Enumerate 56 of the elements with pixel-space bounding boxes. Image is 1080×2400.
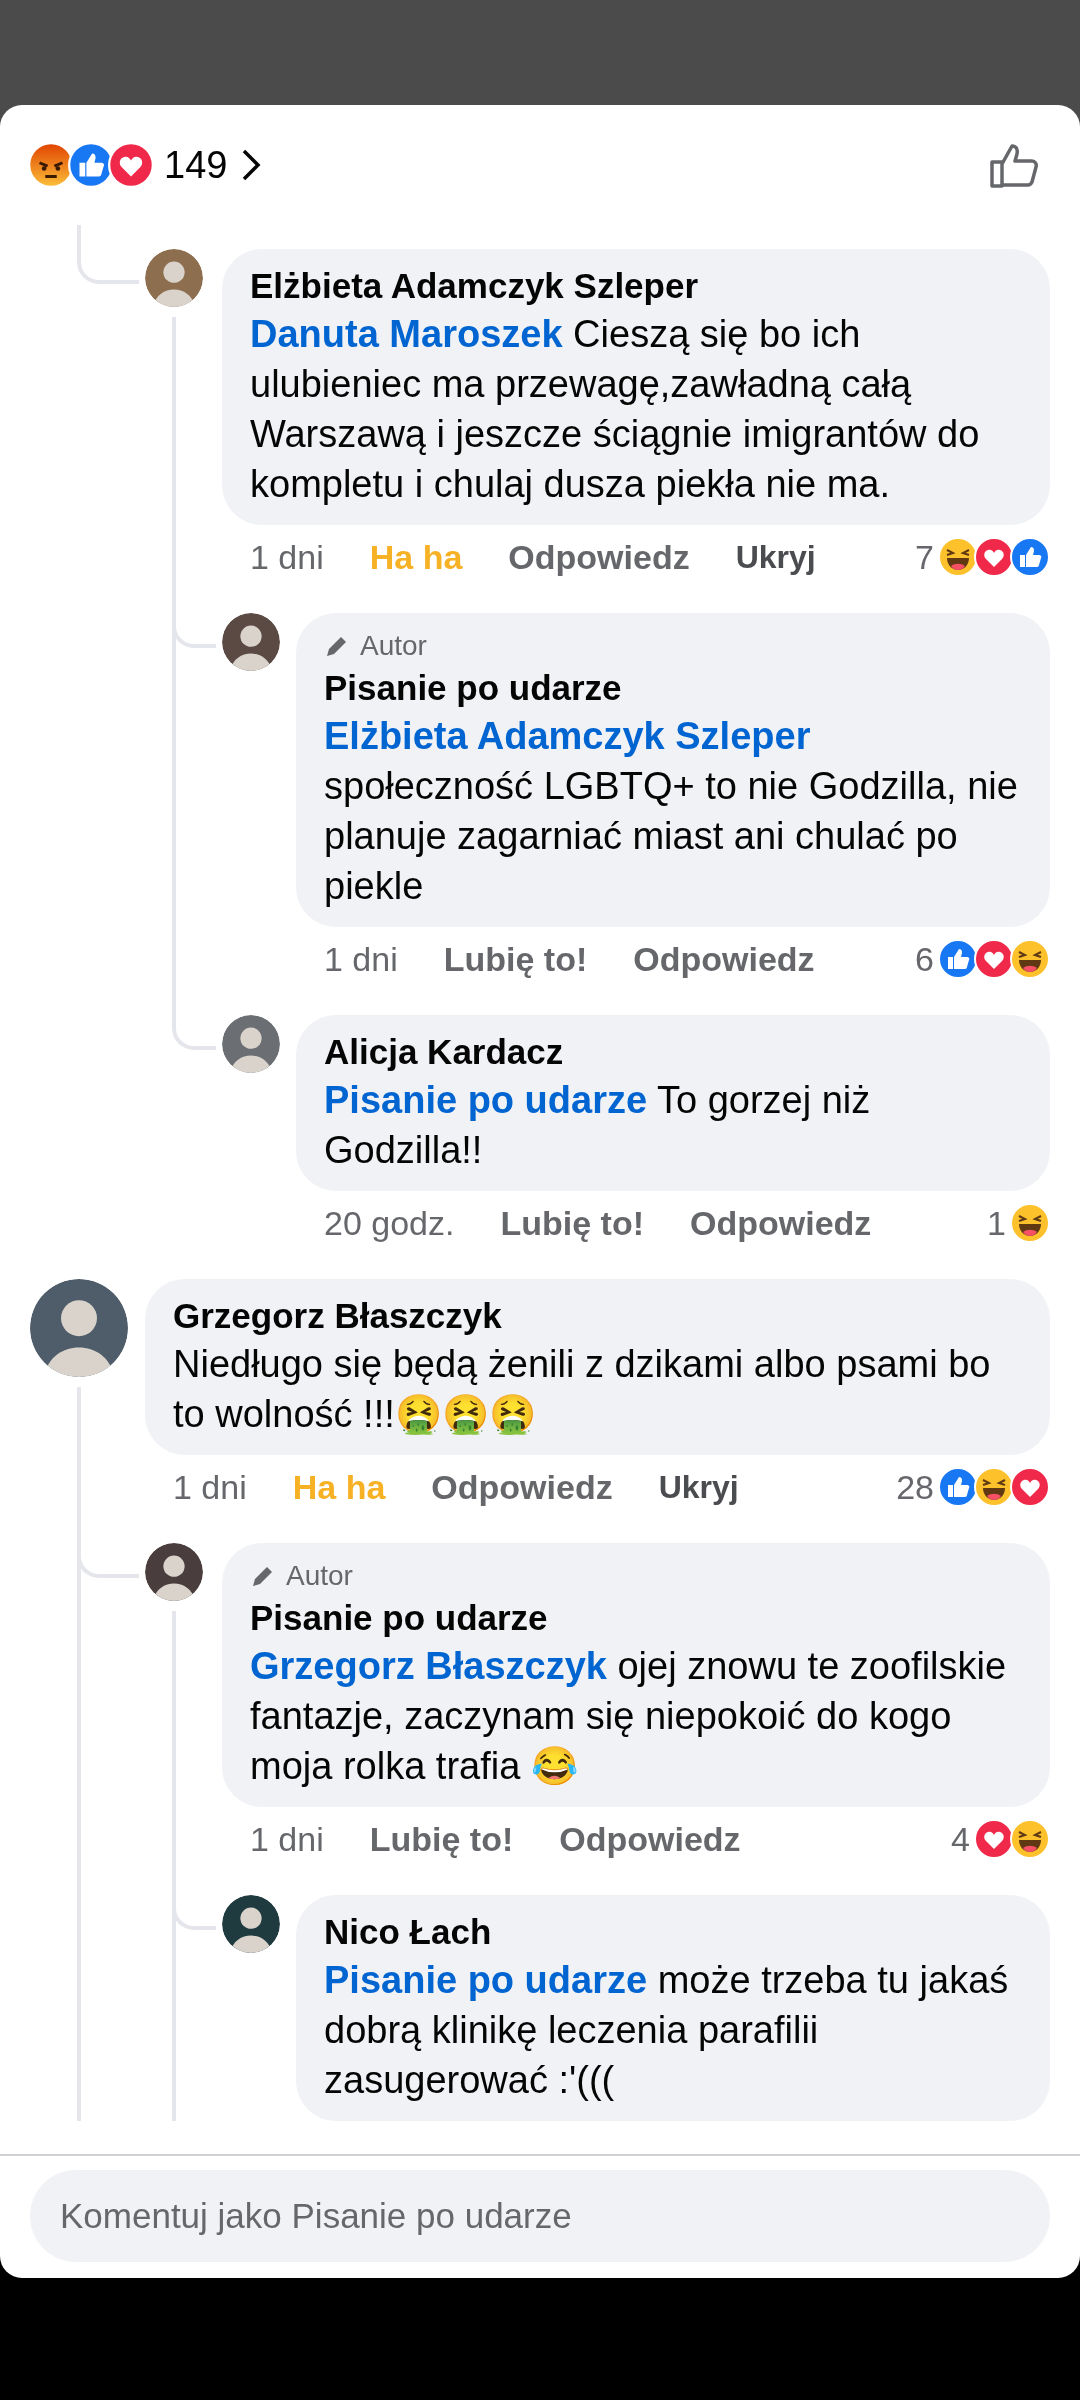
heart-reaction-icon bbox=[108, 142, 154, 188]
mention-link[interactable]: Pisanie po udarze bbox=[324, 1959, 648, 2001]
author-name[interactable]: Elżbieta Adamczyk Szleper bbox=[250, 263, 1022, 309]
reaction-count[interactable]: 28 bbox=[896, 1461, 934, 1513]
comment-text: Danuta Maroszek Cieszą się bo ich ulubieniec ma przewagę,zawładną całą Warszawą i jeszcze ściągnie imigrantów do kompletu i chulaj dusza piekła nie ma. bbox=[250, 312, 981, 507]
laughing-reaction-icon bbox=[1010, 939, 1050, 979]
reaction-count[interactable]: 6 bbox=[915, 933, 934, 985]
author-name[interactable]: Pisanie po udarze bbox=[324, 665, 1022, 711]
laughing-reaction-icon bbox=[974, 1467, 1014, 1507]
timestamp: 1 dni bbox=[324, 938, 398, 980]
comment-input[interactable]: Komentuj jako Pisanie po udarze bbox=[30, 2170, 1050, 2262]
hide-button[interactable]: Ukryj bbox=[735, 533, 816, 581]
reaction-count[interactable]: 149 bbox=[164, 136, 228, 194]
author-name[interactable]: Alicja Kardacz bbox=[324, 1029, 1022, 1075]
like-reaction-icon bbox=[1010, 537, 1050, 577]
author-name[interactable]: Grzegorz Błaszczyk bbox=[173, 1293, 1022, 1339]
timestamp: 1 dni bbox=[173, 1466, 247, 1508]
chevron-right-icon[interactable] bbox=[241, 148, 262, 182]
reaction-count[interactable]: 4 bbox=[951, 1813, 970, 1865]
reply-button[interactable]: Odpowiedz bbox=[431, 1461, 613, 1513]
reaction-count[interactable]: 7 bbox=[915, 531, 934, 583]
author-label: Autor bbox=[360, 629, 427, 663]
mention-link[interactable]: Elżbieta Adamczyk Szleper bbox=[324, 715, 811, 757]
laughing-reaction-icon bbox=[1010, 1203, 1050, 1243]
comment-text: Grzegorz Błaszczyk ojej znowu te zoofilskie fantazje, zaczynam się niepokoić do kogo moja rolka trafia 😂 bbox=[250, 1644, 1008, 1789]
reaction-button[interactable]: Lubię to! bbox=[500, 1197, 644, 1249]
like-reaction-icon bbox=[938, 1467, 978, 1507]
reply-button[interactable]: Odpowiedz bbox=[690, 1197, 872, 1249]
heart-reaction-icon bbox=[974, 939, 1014, 979]
laughing-reaction-icon bbox=[938, 537, 978, 577]
reaction-count[interactable]: 1 bbox=[987, 1197, 1006, 1249]
reply-button[interactable]: Odpowiedz bbox=[508, 531, 690, 583]
reply-button[interactable]: Odpowiedz bbox=[633, 933, 815, 985]
reply-button[interactable]: Odpowiedz bbox=[559, 1813, 741, 1865]
mention-link[interactable]: Grzegorz Błaszczyk bbox=[250, 1645, 607, 1687]
mention-link[interactable]: Pisanie po udarze bbox=[324, 1079, 648, 1121]
reaction-button[interactable]: Lubię to! bbox=[369, 1813, 514, 1865]
timestamp: 20 godz. bbox=[324, 1202, 455, 1244]
author-name[interactable]: Pisanie po udarze bbox=[250, 1595, 1022, 1641]
like-reaction-icon bbox=[938, 939, 978, 979]
heart-reaction-icon bbox=[974, 537, 1014, 577]
laughing-reaction-icon bbox=[1010, 1819, 1050, 1859]
hide-button[interactable]: Ukryj bbox=[658, 1463, 739, 1511]
timestamp: 1 dni bbox=[250, 1818, 324, 1860]
comment-text: Niedługo się będą żenili z dzikami albo psami bo to wolność !!!🤮🤮🤮 bbox=[173, 1342, 992, 1437]
heart-reaction-icon bbox=[1010, 1467, 1050, 1507]
comment-text: Pisanie po udarze To gorzej niż Godzilla!! bbox=[324, 1078, 872, 1173]
comment-text: Pisanie po udarze może trzeba tu jakaś dobrą klinikę leczenia parafilii zasugerować :'((( bbox=[324, 1958, 1010, 2103]
reaction-button[interactable]: Lubię to! bbox=[443, 933, 588, 985]
author-name[interactable]: Nico Łach bbox=[324, 1909, 1022, 1955]
author-label: Autor bbox=[286, 1559, 353, 1593]
timestamp: 1 dni bbox=[250, 536, 324, 578]
thread-line bbox=[77, 225, 139, 284]
mention-link[interactable]: Danuta Maroszek bbox=[250, 313, 563, 355]
heart-reaction-icon bbox=[974, 1819, 1014, 1859]
comment-text: Elżbieta Adamczyk Szleper społeczność LGBTQ+ to nie Godzilla, nie planuje zagarniać miast ani chulać po piekle bbox=[324, 714, 1019, 909]
